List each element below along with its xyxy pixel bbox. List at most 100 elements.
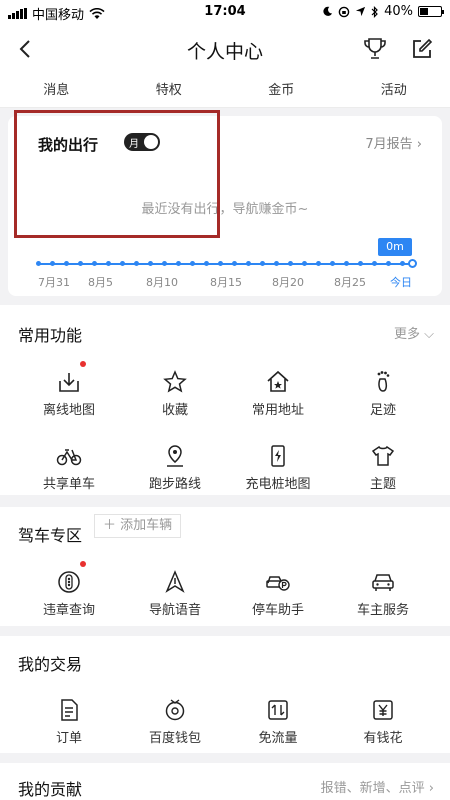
function-label: 免流量 bbox=[258, 731, 298, 746]
driving-owner-service[interactable]: 车主服务 bbox=[327, 569, 439, 618]
tab-privileges[interactable]: 特权 bbox=[113, 74, 226, 107]
my-transactions-section: 我的交易 订单 百度钱包 免流量 有钱花 bbox=[0, 636, 450, 753]
common-functions-section: 常用功能 更多 ⌵ 离线地图 收藏 常用地址 足迹 共享单车 跑步路线 充电桩地… bbox=[0, 305, 450, 495]
function-label: 主题 bbox=[369, 477, 396, 492]
function-offline-map[interactable]: 离线地图 bbox=[13, 369, 125, 418]
star-icon bbox=[163, 370, 187, 393]
function-label: 共享单车 bbox=[42, 477, 95, 492]
driving-nav-voice[interactable]: 导航语音 bbox=[119, 569, 231, 618]
timeline-dot bbox=[106, 261, 111, 266]
driving-zone-section: 驾车专区 ＋ 添加车辆 违章查询 导航语音 停车助手 车主服务 bbox=[0, 507, 450, 626]
car-icon bbox=[372, 574, 394, 591]
parking-icon bbox=[266, 576, 290, 591]
function-label: 导航语音 bbox=[148, 603, 201, 618]
function-label: 车主服务 bbox=[356, 603, 409, 618]
tshirt-icon bbox=[371, 445, 395, 466]
function-label: 跑步路线 bbox=[148, 477, 201, 492]
timeline-dot bbox=[358, 261, 363, 266]
timeline-dot bbox=[148, 261, 153, 266]
more-link[interactable]: 更多 ⌵ bbox=[394, 323, 434, 342]
my-trips-card: 我的出行 月 7月报告 › 最近没有出行，导航赚金币~ 0m 7月31 8月5 … bbox=[8, 110, 442, 296]
timeline-dot bbox=[386, 261, 391, 266]
timeline-dot bbox=[50, 261, 55, 266]
deal-free-data[interactable]: 免流量 bbox=[222, 697, 334, 746]
function-common-address[interactable]: 常用地址 bbox=[222, 369, 334, 418]
timeline-label: 8月20 bbox=[272, 276, 304, 289]
timeline-dot bbox=[64, 261, 69, 266]
timeline-dot bbox=[92, 261, 97, 266]
function-shared-bike[interactable]: 共享单车 bbox=[13, 443, 125, 492]
function-label: 足迹 bbox=[369, 403, 396, 418]
timeline-dot bbox=[330, 261, 335, 266]
nav-bar: 个人中心 bbox=[0, 24, 450, 74]
deal-youqianhua[interactable]: 有钱花 bbox=[327, 697, 439, 746]
chevron-right-icon: › bbox=[428, 781, 434, 796]
timeline-dot bbox=[36, 261, 41, 266]
function-label: 有钱花 bbox=[363, 731, 403, 746]
function-label: 离线地图 bbox=[42, 403, 95, 418]
chevron-right-icon: › bbox=[416, 137, 422, 152]
timeline-dot bbox=[372, 261, 377, 266]
timeline-today-marker bbox=[408, 259, 417, 268]
timeline-dot bbox=[400, 261, 405, 266]
function-label: 停车助手 bbox=[251, 603, 304, 618]
battery-fill bbox=[420, 8, 428, 15]
battery-percent: 40% bbox=[384, 4, 413, 19]
section-title: 常用功能 bbox=[18, 326, 83, 345]
notification-dot bbox=[80, 561, 86, 567]
driving-violation-query[interactable]: 违章查询 bbox=[13, 569, 125, 618]
moon-icon bbox=[323, 6, 333, 16]
timeline-dot bbox=[316, 261, 321, 266]
report-label: 7月报告 bbox=[365, 137, 413, 152]
my-contribution-section[interactable]: 我的贡献 报错、新增、点评 › bbox=[0, 763, 450, 800]
timeline-label: 8月5 bbox=[88, 276, 113, 289]
driving-parking-assistant[interactable]: 停车助手 bbox=[222, 569, 334, 618]
function-theme[interactable]: 主题 bbox=[327, 443, 439, 492]
function-label: 充电桩地图 bbox=[245, 477, 311, 492]
function-running-route[interactable]: 跑步路线 bbox=[119, 443, 231, 492]
timeline-label: 8月10 bbox=[146, 276, 178, 289]
monthly-report-link[interactable]: 7月报告 › bbox=[365, 133, 422, 152]
edit-icon[interactable] bbox=[410, 37, 434, 61]
function-footprints[interactable]: 足迹 bbox=[327, 369, 439, 418]
traffic-light-icon bbox=[58, 571, 80, 593]
deal-baidu-wallet[interactable]: 百度钱包 bbox=[119, 697, 231, 746]
timeline-dot bbox=[204, 261, 209, 266]
trophy-icon[interactable] bbox=[362, 36, 388, 62]
deal-orders[interactable]: 订单 bbox=[13, 697, 125, 746]
add-car-button[interactable]: ＋ 添加车辆 bbox=[94, 514, 182, 538]
bluetooth-icon bbox=[371, 5, 378, 18]
tab-activities[interactable]: 活动 bbox=[338, 74, 450, 107]
highlight-annotation-box bbox=[14, 110, 220, 238]
timeline-label: 8月25 bbox=[334, 276, 366, 289]
rotation-lock-icon bbox=[338, 6, 350, 17]
timeline-dot bbox=[218, 261, 223, 266]
tab-messages[interactable]: 消息 bbox=[0, 74, 113, 107]
function-charging-map[interactable]: 充电桩地图 bbox=[222, 443, 334, 492]
more-label: 更多 bbox=[393, 327, 420, 342]
timeline-label: 8月15 bbox=[210, 276, 242, 289]
section-title: 我的贡献 bbox=[18, 780, 83, 799]
tab-coins[interactable]: 金币 bbox=[225, 74, 338, 107]
notification-dot bbox=[80, 361, 86, 367]
function-label: 收藏 bbox=[161, 403, 188, 418]
function-favorites[interactable]: 收藏 bbox=[119, 369, 231, 418]
timeline-dot bbox=[162, 261, 167, 266]
timeline-dot bbox=[176, 261, 181, 266]
section-title: 我的交易 bbox=[18, 655, 83, 674]
battery-icon bbox=[418, 6, 444, 17]
money-icon bbox=[373, 700, 393, 720]
status-bar: 中国移动 17:04 40% bbox=[0, 0, 450, 24]
add-car-label: 添加车辆 bbox=[120, 518, 173, 533]
function-label: 订单 bbox=[55, 731, 82, 746]
timeline-dot bbox=[232, 261, 237, 266]
bicycle-icon bbox=[56, 449, 82, 466]
location-pin-icon bbox=[167, 445, 183, 467]
top-tabs: 消息 特权 金币 活动 bbox=[0, 74, 450, 108]
function-label: 百度钱包 bbox=[148, 731, 201, 746]
contribution-link[interactable]: 报错、新增、点评 › bbox=[321, 777, 434, 796]
order-icon bbox=[61, 699, 78, 721]
timeline-label-today: 今日 bbox=[390, 276, 412, 289]
distance-badge: 0m bbox=[378, 238, 412, 256]
timeline-label: 7月31 bbox=[38, 276, 70, 289]
